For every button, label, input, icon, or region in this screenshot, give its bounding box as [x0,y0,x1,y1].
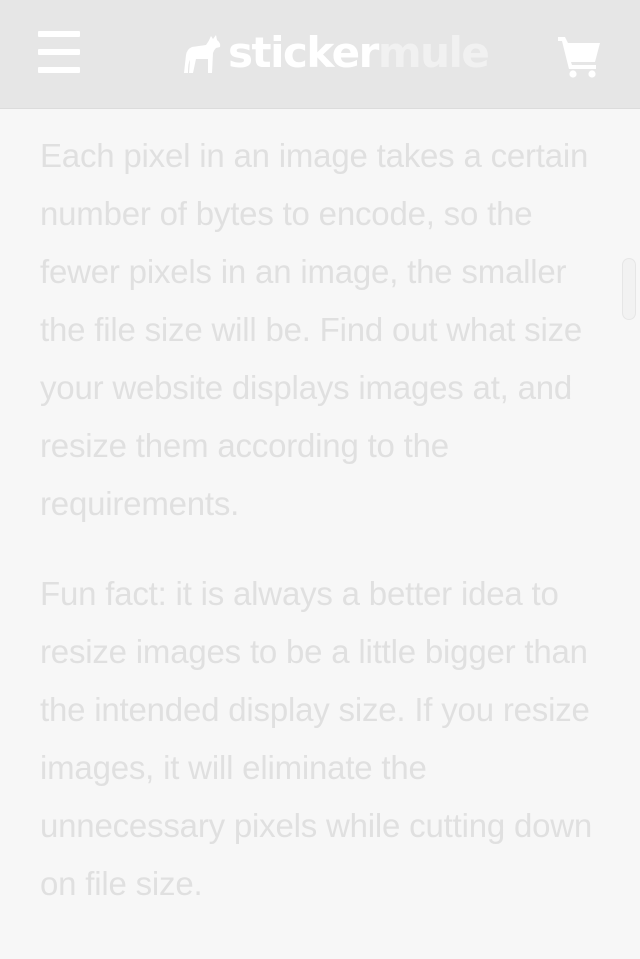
article-content: Each pixel in an image takes a certain n… [40,127,600,945]
logo-text: stickermule [228,28,490,78]
article-paragraph: Fun fact: it is always a better idea to … [40,575,593,902]
hamburger-menu-icon[interactable] [36,31,82,73]
logo-text-sticker: sticker [228,28,379,77]
shopping-cart-icon[interactable] [556,34,604,78]
article-paragraph: Each pixel in an image takes a certain n… [40,137,589,522]
mule-silhouette-icon [184,35,221,73]
scrollbar-thumb[interactable] [622,258,636,320]
logo-text-mule: mule [377,28,490,77]
header-bar: stickermule [0,0,640,109]
stickermule-logo[interactable]: stickermule [180,28,490,78]
page: stickermule Each pixel in an image takes… [0,0,640,959]
